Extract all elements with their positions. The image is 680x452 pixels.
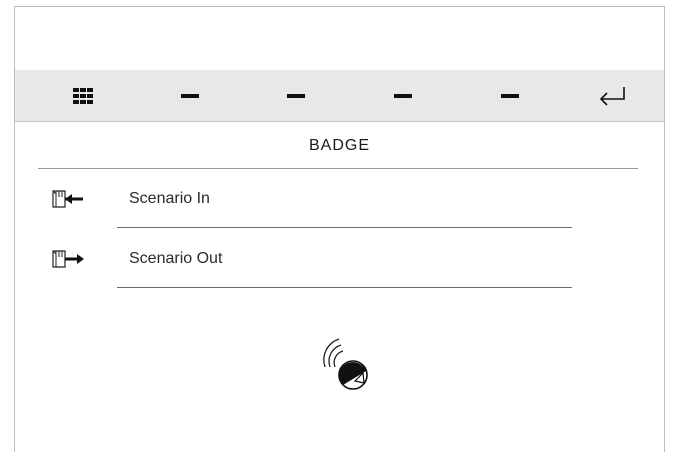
dash-icon [394,93,412,98]
scenario-out-row[interactable]: Scenario Out [15,229,664,288]
row-divider [117,287,572,288]
dash-icon [501,93,519,98]
scenario-out-label: Scenario Out [129,250,223,267]
door-enter-icon [52,190,83,208]
page-title: BADGE [308,137,370,154]
toolbar-slot-4[interactable] [480,70,540,121]
row-divider [117,227,572,228]
toolbar-slot-1[interactable] [160,70,220,121]
device-screen: BADGE Scenario In Scenario Out [14,6,665,452]
door-exit-icon [52,250,84,268]
back-return-icon [599,86,625,106]
dash-icon [181,93,199,98]
toolbar-slot-2[interactable] [266,70,326,121]
scenario-in-row[interactable]: Scenario In [15,169,664,228]
toolbar-slot-3[interactable] [373,70,433,121]
dash-icon [287,93,305,98]
grid-menu-icon [73,87,93,104]
top-toolbar [15,70,664,122]
scenario-in-label: Scenario In [129,190,210,207]
grid-menu-button[interactable] [53,70,113,121]
nfc-badge-icon [323,338,368,390]
back-button[interactable] [582,70,642,121]
